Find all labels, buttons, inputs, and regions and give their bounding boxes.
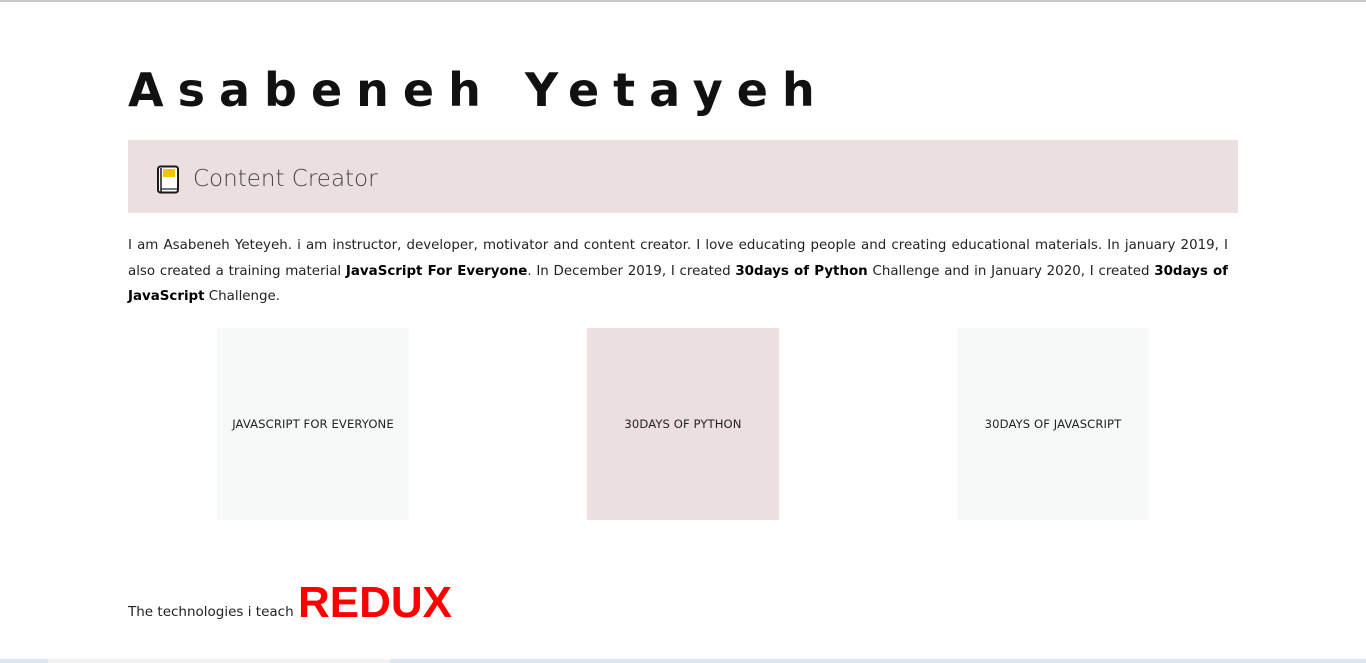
- bio-paragraph: I am Asabeneh Yeteyeh. i am instructor, …: [128, 233, 1228, 310]
- top-border: [0, 0, 1366, 2]
- course-card-label: 30DAYS OF PYTHON: [624, 417, 742, 431]
- course-card-javascript-for-everyone: JAVASCRIPT FOR EVERYONE: [217, 328, 409, 520]
- technology-name: REDUX: [298, 578, 453, 627]
- bio-text: Challenge and in January 2020, I created: [867, 263, 1155, 279]
- course-card-30days-of-python: 30DAYS OF PYTHON: [587, 328, 779, 520]
- bio-highlight: 30days of Python: [735, 263, 868, 279]
- bio-highlight: JavaScript For Everyone: [345, 263, 528, 279]
- bio-text: Challenge.: [204, 289, 281, 305]
- bio-text: . In December 2019, I created: [527, 263, 736, 279]
- role-banner: Content Creator: [128, 140, 1238, 213]
- course-card-30days-of-javascript: 30DAYS OF JAVASCRIPT: [957, 328, 1149, 520]
- course-card-label: JAVASCRIPT FOR EVERYONE: [232, 417, 394, 431]
- role-label: Content Creator: [193, 166, 378, 192]
- taskbar-edge: [0, 659, 1366, 663]
- technologies-label: The technologies i teach: [128, 604, 294, 620]
- course-card-label: 30DAYS OF JAVASCRIPT: [984, 417, 1122, 431]
- taskbar-segment: [48, 659, 390, 663]
- author-name: Asabeneh Yetayeh: [128, 63, 829, 117]
- book-icon: [156, 165, 180, 195]
